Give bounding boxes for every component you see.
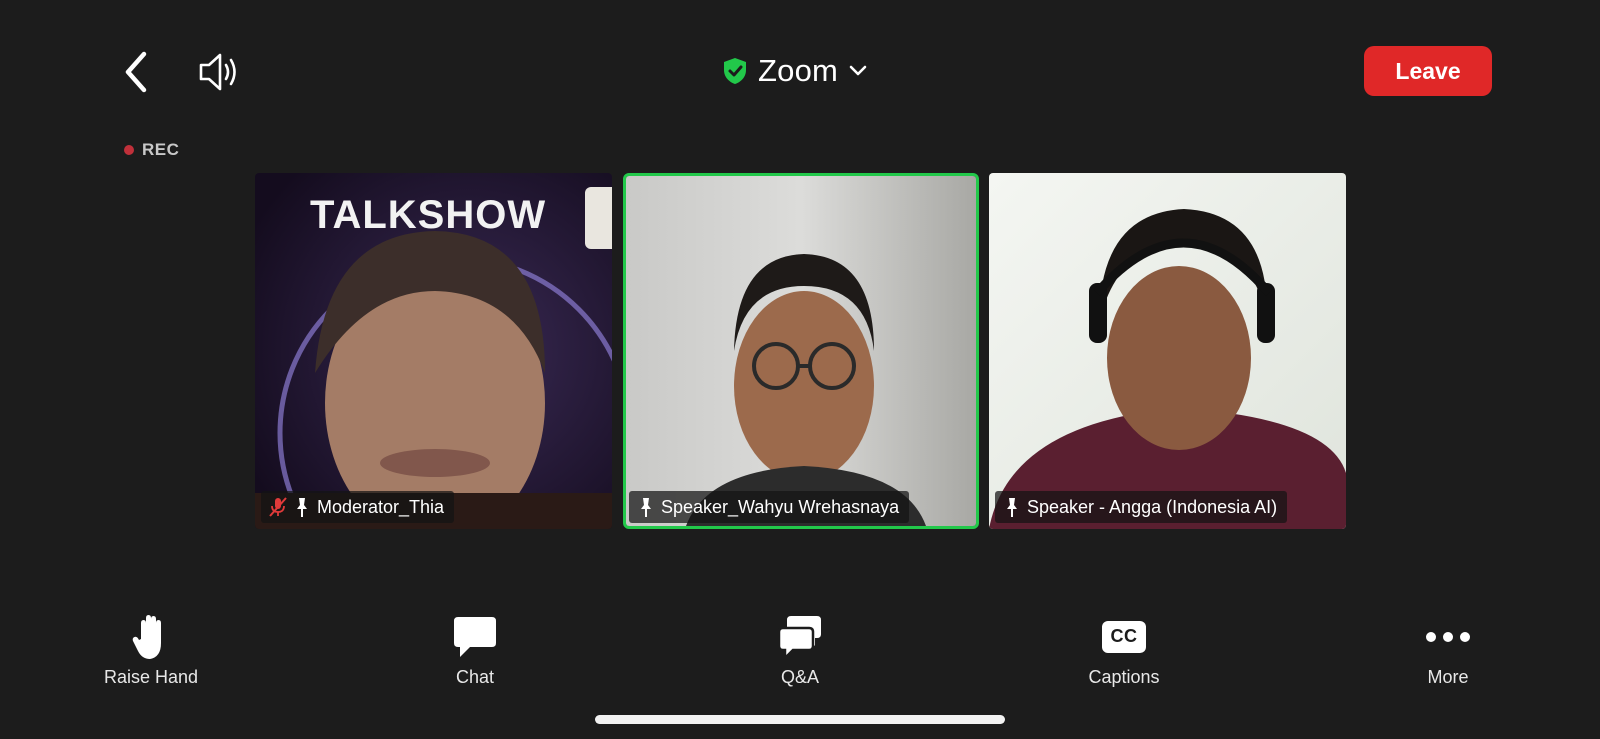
chevron-left-icon — [125, 51, 147, 93]
chat-bubble-icon — [454, 616, 496, 657]
speaker-icon — [199, 53, 236, 91]
more-label: More — [1427, 667, 1469, 687]
video-tile-moderator[interactable]: TALKSHOW Moderator_Thia — [255, 173, 612, 529]
participant-name-tag: Moderator_Thia — [261, 491, 455, 523]
raised-hand-icon — [132, 614, 161, 659]
participant-video — [989, 173, 1346, 529]
raise-hand-label: Raise Hand — [103, 667, 199, 687]
home-indicator[interactable] — [595, 715, 1005, 724]
recording-indicator: REC — [124, 140, 179, 160]
captions-glyph: CC — [1110, 626, 1138, 646]
participant-video — [626, 176, 976, 526]
more-button[interactable]: More — [1373, 612, 1523, 688]
captions-button[interactable]: CC Captions — [1049, 612, 1199, 688]
mic-muted-icon — [269, 497, 287, 517]
app-title: Zoom — [758, 53, 839, 88]
meeting-title-dropdown[interactable]: Zoom — [722, 48, 868, 94]
participant-name: Speaker_Wahyu Wrehasnaya — [661, 496, 900, 517]
captions-label: Captions — [1088, 667, 1160, 687]
back-button[interactable] — [118, 48, 158, 96]
closed-captions-icon: CC — [1102, 620, 1146, 653]
audio-toggle-button[interactable] — [198, 50, 246, 94]
qa-label: Q&A — [780, 667, 819, 687]
qa-button[interactable]: Q&A — [725, 612, 875, 688]
more-dots-icon — [1426, 631, 1470, 642]
raise-hand-button[interactable]: Raise Hand — [76, 612, 226, 688]
chat-label: Chat — [455, 667, 495, 687]
video-tile-active-speaker[interactable]: Speaker_Wahyu Wrehasnaya — [623, 173, 979, 529]
recording-label: REC — [142, 140, 180, 159]
recording-dot-icon — [124, 145, 134, 155]
participant-name: Moderator_Thia — [317, 496, 445, 517]
chevron-down-icon — [849, 65, 867, 76]
video-tile-speaker[interactable]: Speaker - Angga (Indonesia AI) — [989, 173, 1346, 529]
participant-name: Speaker - Angga (Indonesia AI) — [1027, 496, 1278, 517]
pin-icon — [1007, 498, 1017, 517]
pin-icon — [641, 498, 651, 517]
chat-button[interactable]: Chat — [400, 612, 550, 688]
qa-bubbles-icon — [777, 615, 821, 660]
shield-check-icon — [724, 58, 746, 84]
participant-name-tag: Speaker_Wahyu Wrehasnaya — [629, 491, 910, 523]
participant-name-tag: Speaker - Angga (Indonesia AI) — [995, 491, 1288, 523]
pin-icon — [297, 498, 307, 517]
leave-button[interactable]: Leave — [1364, 46, 1492, 96]
background-banner-text: TALKSHOW — [310, 193, 547, 237]
